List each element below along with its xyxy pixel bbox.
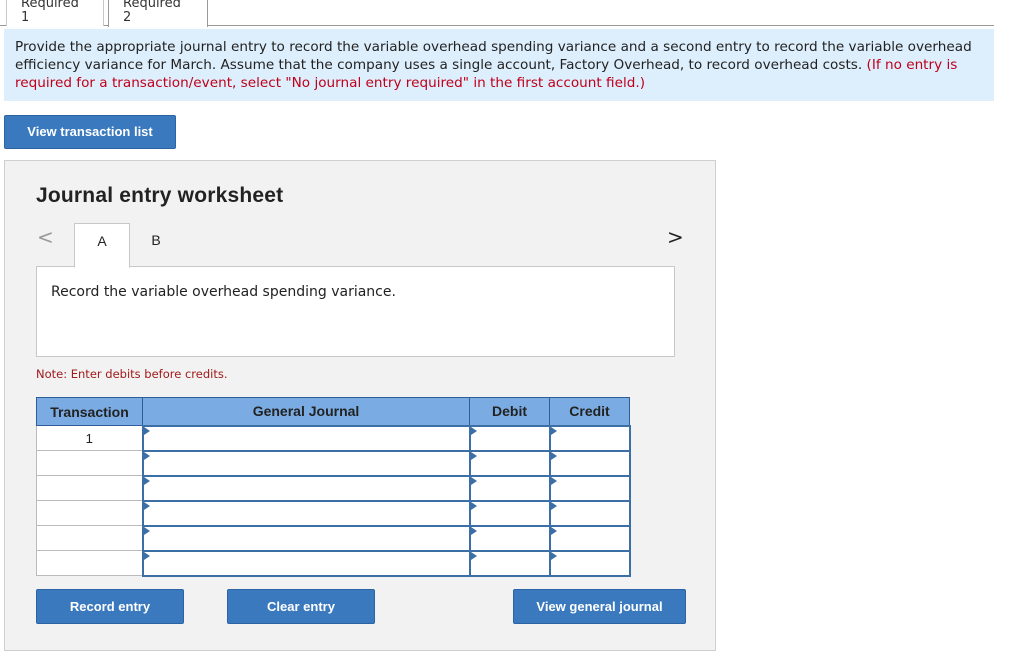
- record-entry-button[interactable]: Record entry: [36, 589, 184, 624]
- instructions-box: Provide the appropriate journal entry to…: [4, 29, 994, 101]
- transaction-cell: [36, 525, 143, 551]
- account-input[interactable]: [141, 524, 471, 552]
- chevron-right-icon[interactable]: >: [667, 225, 684, 249]
- view-transaction-list-button[interactable]: View transaction list: [4, 115, 176, 149]
- debit-input[interactable]: [468, 524, 551, 552]
- transaction-cell: 1: [36, 425, 143, 451]
- credit-input[interactable]: [548, 499, 631, 527]
- header-credit: Credit: [549, 397, 630, 426]
- credit-input[interactable]: [548, 424, 631, 452]
- transaction-cell: [36, 450, 143, 476]
- header-debit: Debit: [469, 397, 550, 426]
- debits-note: Note: Enter debits before credits.: [36, 367, 228, 381]
- transaction-cell: [36, 475, 143, 501]
- tab-b[interactable]: B: [133, 223, 179, 267]
- account-input[interactable]: [141, 424, 471, 452]
- credit-input[interactable]: [548, 549, 631, 577]
- account-input[interactable]: [141, 549, 471, 577]
- account-input[interactable]: [141, 499, 471, 527]
- tab-required-1[interactable]: Required 1: [6, 0, 104, 26]
- tab-a[interactable]: A: [74, 223, 130, 268]
- tab-required-2[interactable]: Required 2: [108, 0, 208, 27]
- instructions-text: Provide the appropriate journal entry to…: [15, 39, 972, 73]
- table-row: [36, 499, 631, 527]
- table-row: [36, 474, 631, 502]
- debit-input[interactable]: [468, 424, 551, 452]
- clear-entry-button[interactable]: Clear entry: [227, 589, 375, 624]
- table-row: [36, 524, 631, 552]
- credit-input[interactable]: [548, 449, 631, 477]
- entry-description: Record the variable overhead spending va…: [36, 266, 675, 357]
- worksheet-title: Journal entry worksheet: [36, 184, 284, 207]
- header-general-journal: General Journal: [142, 397, 470, 426]
- chevron-left-icon[interactable]: <: [37, 225, 54, 249]
- table-row: 1: [36, 424, 631, 452]
- table-row: [36, 449, 631, 477]
- credit-input[interactable]: [548, 524, 631, 552]
- table-row: [36, 549, 631, 577]
- transaction-cell: [36, 500, 143, 526]
- debit-input[interactable]: [468, 449, 551, 477]
- debit-input[interactable]: [468, 549, 551, 577]
- view-general-journal-button[interactable]: View general journal: [513, 589, 686, 624]
- account-input[interactable]: [141, 474, 471, 502]
- debit-input[interactable]: [468, 474, 551, 502]
- required-tabs: Required 1 Required 2: [0, 0, 994, 27]
- credit-input[interactable]: [548, 474, 631, 502]
- header-transaction: Transaction: [36, 397, 143, 426]
- journal-table: Transaction General Journal Debit Credit…: [36, 397, 631, 577]
- account-input[interactable]: [141, 449, 471, 477]
- journal-entry-worksheet: Journal entry worksheet < A B > Record t…: [4, 160, 716, 651]
- transaction-cell: [36, 550, 143, 576]
- debit-input[interactable]: [468, 499, 551, 527]
